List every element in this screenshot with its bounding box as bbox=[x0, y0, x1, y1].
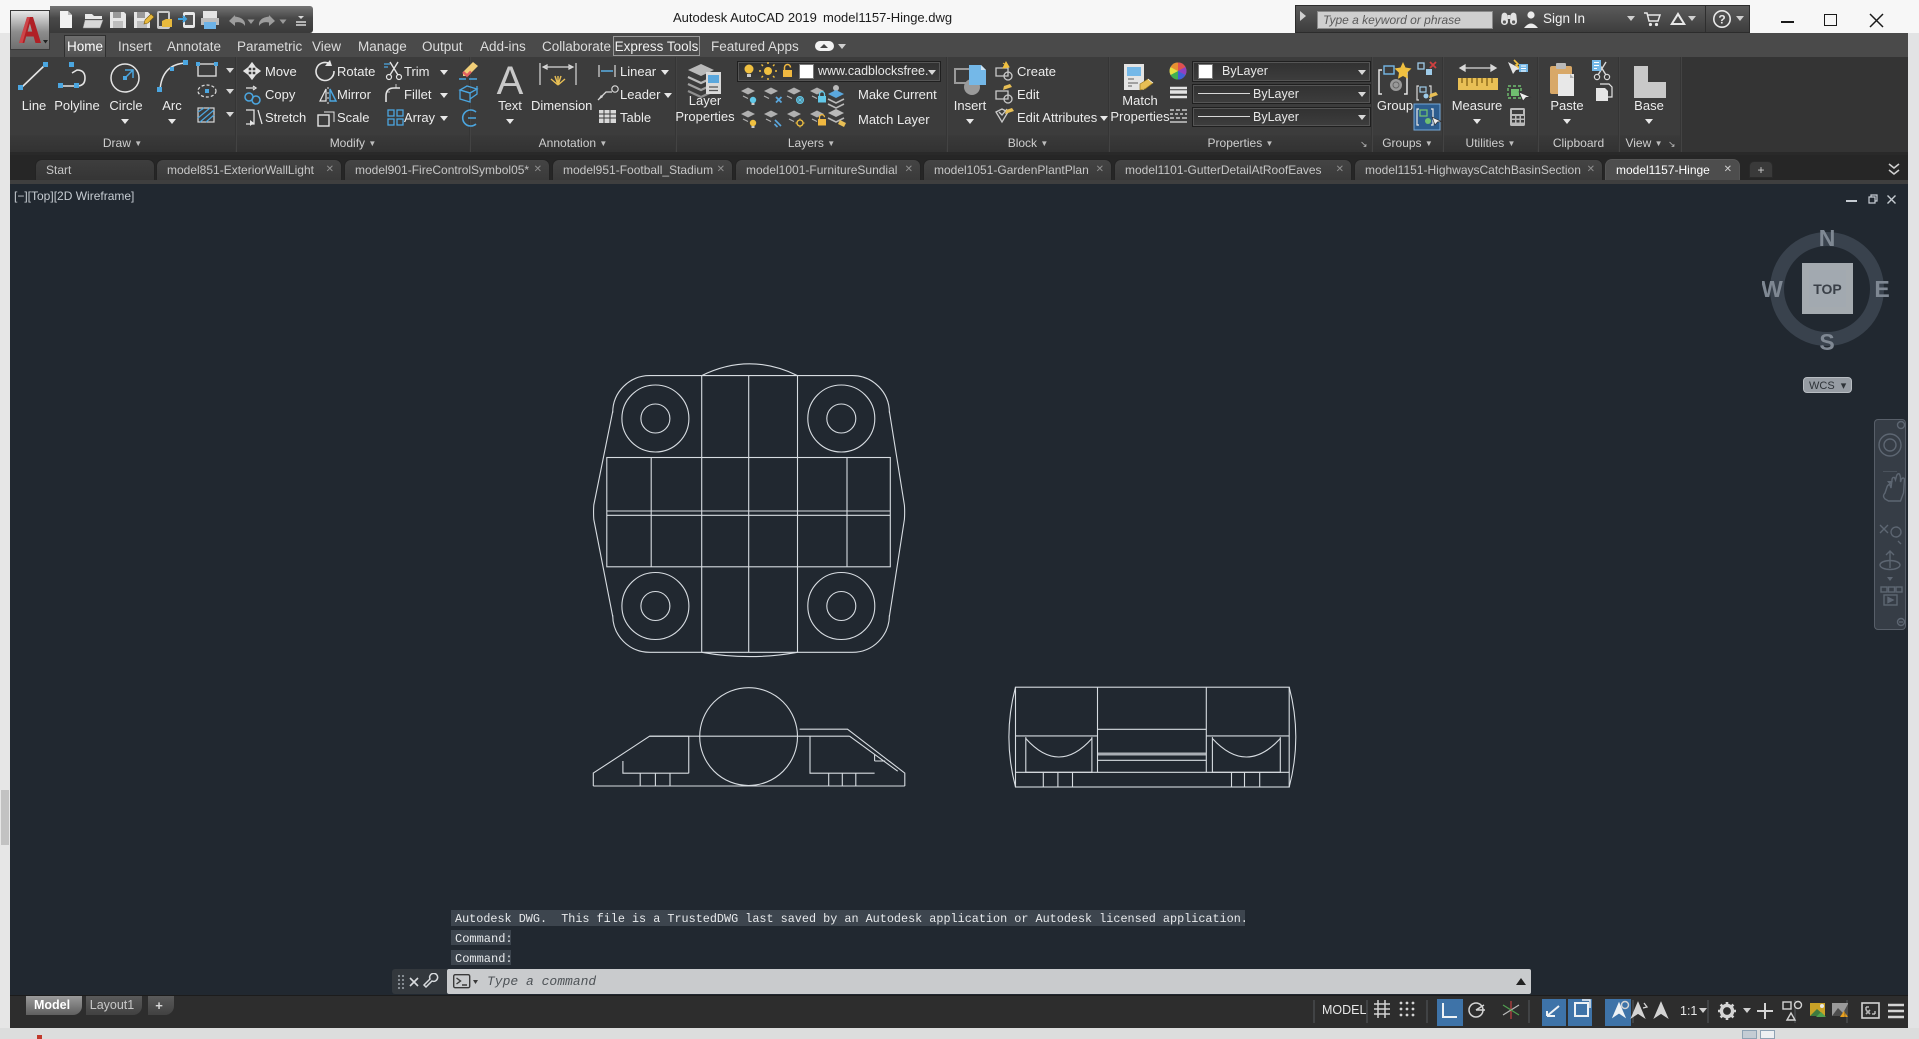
svg-text:A: A bbox=[497, 59, 524, 103]
svg-text:1:1: 1:1 bbox=[1680, 1004, 1697, 1018]
svg-text:?: ? bbox=[1718, 13, 1725, 27]
svg-text:!: ! bbox=[1844, 1012, 1846, 1019]
